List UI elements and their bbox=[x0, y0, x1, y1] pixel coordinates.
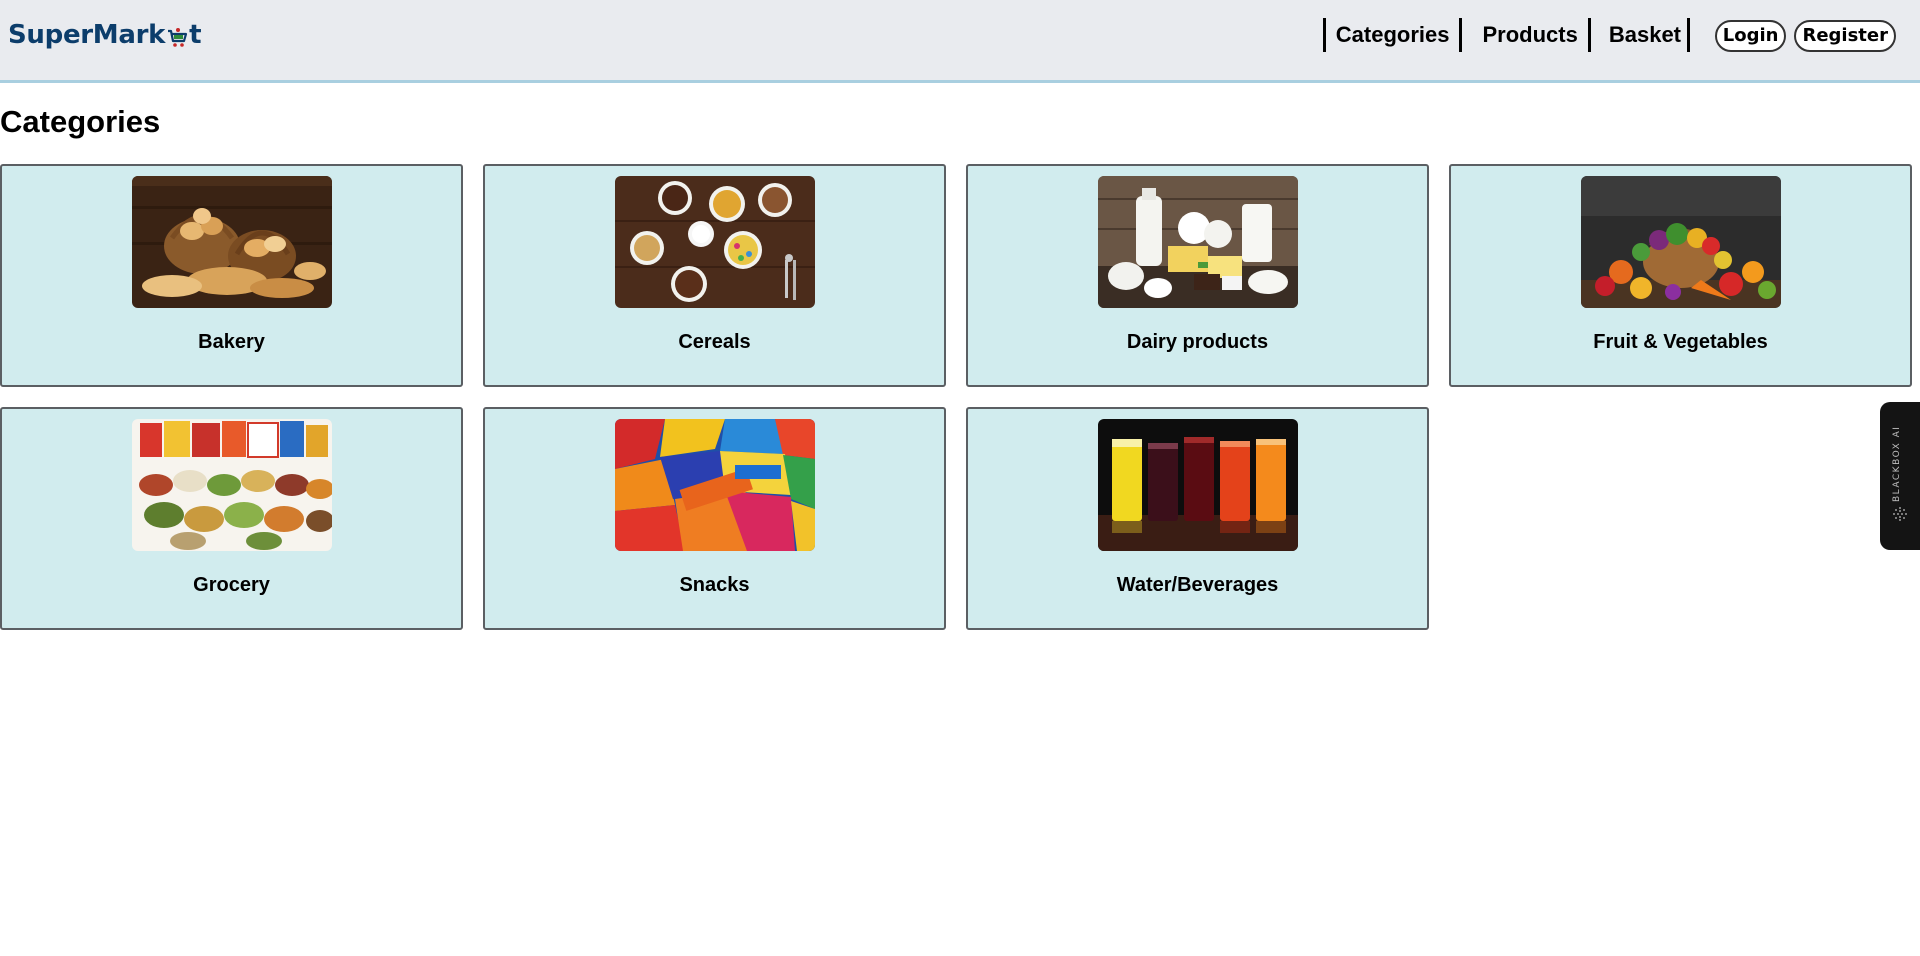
category-label: Bakery bbox=[198, 331, 265, 353]
widget-label: BLACKBOX AI bbox=[1892, 425, 1902, 502]
nav-item-categories[interactable]: Categories bbox=[1326, 18, 1460, 52]
nav-divider bbox=[1687, 18, 1690, 52]
category-label: Snacks bbox=[679, 574, 750, 596]
category-label: Dairy products bbox=[1126, 331, 1269, 353]
category-card-bakery[interactable]: Bakery bbox=[0, 164, 463, 387]
snacks-image bbox=[614, 419, 815, 551]
main-nav: Categories Products Basket bbox=[1322, 18, 1690, 52]
category-card-snacks[interactable]: Snacks bbox=[483, 407, 946, 630]
logo-text-left: SuperMark bbox=[8, 20, 166, 50]
site-header: SuperMark t Categories Products Basket L… bbox=[0, 0, 1920, 83]
category-card-grocery[interactable]: Grocery bbox=[0, 407, 463, 630]
category-label: Fruit & Vegetables bbox=[1593, 331, 1768, 353]
dairy-image bbox=[1097, 176, 1298, 308]
category-card-fruit-vegetables[interactable]: Fruit & Vegetables bbox=[1449, 164, 1912, 387]
beverages-image bbox=[1097, 419, 1298, 551]
login-button[interactable]: Login bbox=[1714, 20, 1787, 52]
category-label: Water/Beverages bbox=[1116, 574, 1279, 596]
shopping-cart-icon bbox=[166, 25, 188, 47]
bakery-image bbox=[131, 176, 332, 308]
fruit-vegetables-image bbox=[1580, 176, 1781, 308]
category-card-dairy-products[interactable]: Dairy products bbox=[966, 164, 1429, 387]
register-button[interactable]: Register bbox=[1794, 20, 1896, 52]
grocery-image bbox=[131, 419, 332, 551]
category-card-water-beverages[interactable]: Water/Beverages bbox=[966, 407, 1429, 630]
category-label: Cereals bbox=[678, 331, 751, 353]
blackbox-ai-widget[interactable]: BLACKBOX AI bbox=[1880, 402, 1920, 550]
logo-text-right: t bbox=[189, 20, 202, 50]
nav-item-products[interactable]: Products bbox=[1462, 18, 1587, 52]
cereals-image bbox=[614, 176, 815, 308]
blackbox-logo-icon bbox=[1893, 507, 1907, 521]
auth-buttons: Login Register bbox=[1714, 20, 1896, 52]
nav-item-basket[interactable]: Basket bbox=[1591, 18, 1687, 52]
page-title: Categories bbox=[0, 104, 161, 139]
category-grid: Bakery Cereals Dairy products Fruit & Ve… bbox=[0, 164, 1912, 630]
category-label: Grocery bbox=[193, 574, 270, 596]
logo[interactable]: SuperMark t bbox=[8, 18, 202, 52]
category-card-cereals[interactable]: Cereals bbox=[483, 164, 946, 387]
